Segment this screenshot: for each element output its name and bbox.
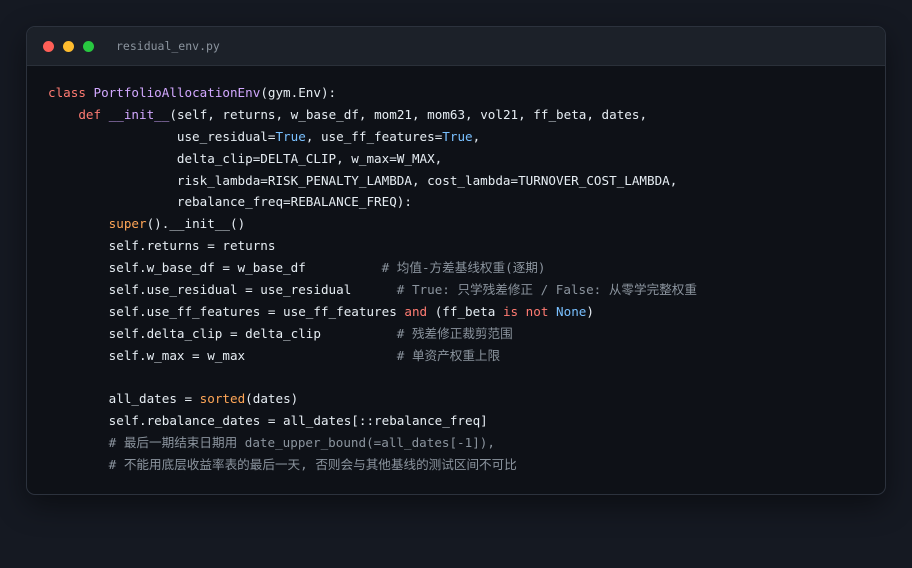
code-line: def __init__(self, returns, w_base_df, m… [48,104,697,126]
code-token: risk_lambda=RISK_PENALTY_LAMBDA, cost_la… [48,172,678,188]
code-comment: # 均值-方差基线权重(逐期) [381,260,546,276]
code-line: self.delta_clip = delta_clip # 残差修正裁剪范围 [48,323,697,345]
code-token: super [108,216,147,232]
code-token: PortfolioAllocationEnv [93,85,261,100]
code-token: self.rebalance_dates = all_dates[::rebal… [48,413,488,429]
close-dot-icon[interactable] [43,40,54,52]
code-line: self.use_residual = use_residual # True:… [48,279,697,301]
code-block: class PortfolioAllocationEnv(gym.Env): d… [48,82,697,476]
maximize-dot-icon[interactable] [83,40,94,52]
code-token: self.use_residual = use_residual [48,282,397,298]
code-token: delta_clip=DELTA_CLIP, w_max=W_MAX, [48,150,443,166]
code-token: __init__ [108,106,170,122]
code-token: sorted [199,391,246,407]
code-comment: # 单资产权重上限 [396,347,501,363]
code-token: (ff_beta [427,303,503,319]
code-token: , [472,128,481,144]
code-comment: # 残差修正裁剪范围 [396,325,513,341]
code-token: self.w_base_df = w_base_df [48,260,382,276]
code-line: risk_lambda=RISK_PENALTY_LAMBDA, cost_la… [48,170,697,192]
code-token: use_residual= [48,128,276,144]
code-line: class PortfolioAllocationEnv(gym.Env): [48,82,697,104]
code-line: self.use_ff_features = use_ff_features a… [48,301,697,323]
code-token: (dates) [245,391,299,407]
code-line: self.w_max = w_max # 单资产权重上限 [48,345,697,367]
code-token: class [48,85,94,100]
code-token: is not [502,303,549,319]
minimize-dot-icon[interactable] [63,40,74,52]
code-comment: # 最后一期结束日期用 date_upper_bound(=all_dates[… [108,435,495,451]
code-line: self.rebalance_dates = all_dates[::rebal… [48,410,697,432]
code-comment: # True: 只学残差修正 / False: 从零学完整权重 [396,282,697,298]
code-line: delta_clip=DELTA_CLIP, w_max=W_MAX, [48,148,697,170]
code-line: self.w_base_df = w_base_df # 均值-方差基线权重(逐… [48,257,697,279]
code-token: ) [586,303,594,319]
code-line: rebalance_freq=REBALANCE_FREQ): [48,191,697,213]
code-token: self.use_ff_features = use_ff_features [48,303,405,319]
code-token: and [404,303,428,319]
code-token: self.w_max = w_max [48,347,397,363]
code-window: residual_env.py class PortfolioAllocatio… [26,26,886,495]
code-line: super().__init__() [48,213,697,235]
code-token: True [275,128,306,144]
code-token: , use_ff_features= [305,128,443,144]
window-titlebar: residual_env.py [27,27,885,66]
code-token: True [442,128,473,144]
code-token: self.delta_clip = delta_clip [48,325,397,341]
code-token: self.returns = returns [48,238,276,254]
code-line: all_dates = sorted(dates) [48,388,697,410]
code-token: (self, returns, w_base_df, mom21, mom63,… [169,106,648,122]
code-line: use_residual=True, use_ff_features=True, [48,126,697,148]
code-token: None [556,303,587,319]
code-token: rebalance_freq=REBALANCE_FREQ): [48,194,412,210]
window-filename: residual_env.py [116,39,220,53]
code-comment: # 不能用底层收益率表的最后一天, 否则会与其他基线的测试区间不可比 [108,457,517,473]
code-token: all_dates = [48,391,200,407]
code-line: self.returns = returns [48,235,697,257]
code-line: # 最后一期结束日期用 date_upper_bound(=all_dates[… [48,432,697,454]
code-token: ().__init__() [146,216,246,232]
code-line: # 不能用底层收益率表的最后一天, 否则会与其他基线的测试区间不可比 [48,454,697,476]
code-token: def [78,106,109,122]
code-token: (gym.Env): [260,85,337,100]
